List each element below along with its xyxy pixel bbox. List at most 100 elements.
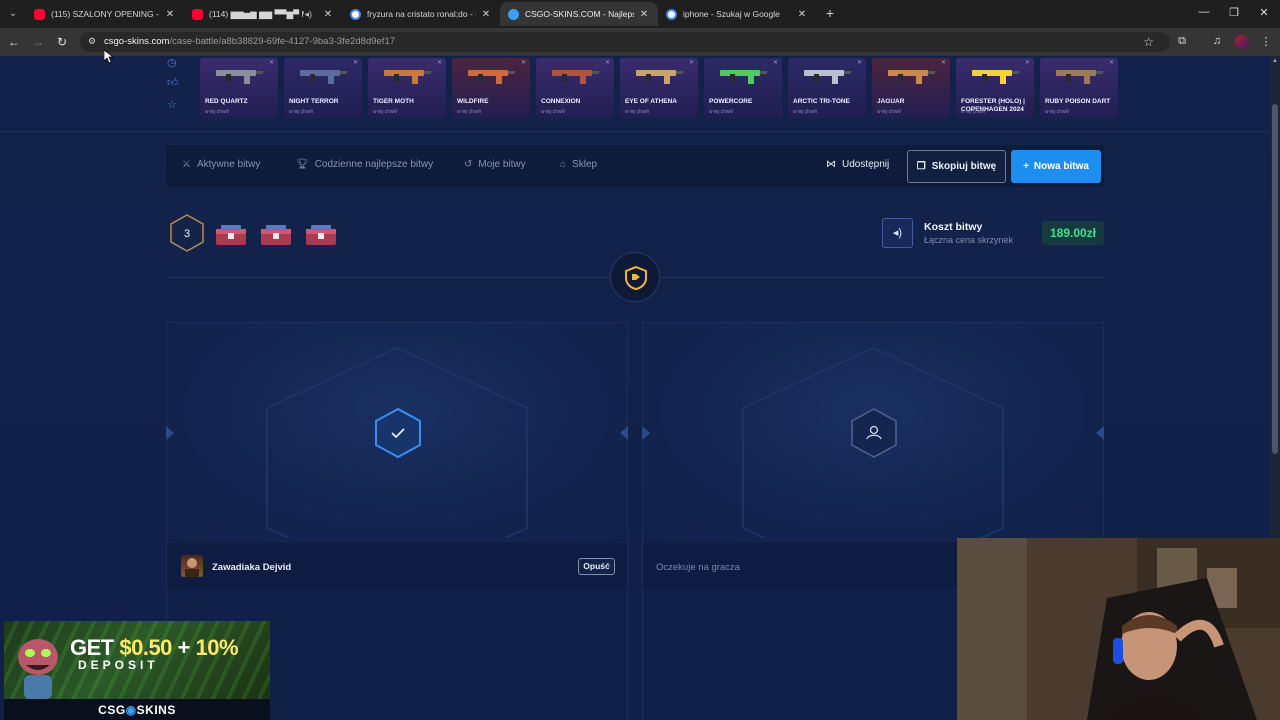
drop-card[interactable]: ✕ ARCTIC TRI-TONE w tej chwili [788, 58, 866, 118]
star-icon[interactable]: ☆ [167, 98, 177, 111]
drop-card[interactable]: ✕ JAGUAR w tej chwili [872, 58, 950, 118]
close-tab-icon[interactable]: ✕ [480, 9, 492, 20]
battle-cost-subtitle: Łączna cena skrzynek [924, 235, 1014, 245]
browser-tab-1[interactable]: (115) SZALONY OPENING - You ✕ [26, 2, 184, 26]
empty-player-badge[interactable] [849, 407, 899, 459]
sound-toggle-button[interactable]: ◂) [882, 218, 913, 248]
browser-tab-4[interactable]: CSGO-SKINS.COM - Najlepsze ✕ [500, 2, 658, 26]
reel-marker-right-icon [620, 426, 628, 440]
sticker-mark-icon: ✕ [1108, 60, 1114, 66]
speaker-icon: ◂) [892, 227, 903, 239]
avatar [181, 555, 203, 577]
drop-card[interactable]: ✕ CONNEXION w tej chwili [536, 58, 614, 118]
copy-battle-button[interactable]: ❐ Skopiuj bitwę [907, 150, 1006, 183]
sticker-mark-icon: ✕ [772, 60, 778, 66]
share-button[interactable]: ⋈ Udostępnij [826, 159, 889, 170]
bookmark-star-icon[interactable]: ☆ [1143, 35, 1154, 49]
new-tab-icon[interactable]: + [822, 5, 838, 21]
close-tab-icon[interactable]: ✕ [322, 9, 334, 20]
browser-tab-3[interactable]: fryzura na cristato ronal;do - Sz ✕ [342, 2, 500, 26]
drop-skin-name: WILDFIRE [457, 98, 489, 105]
drop-filter-column: ◷ 👍︎ ☆ [164, 56, 184, 120]
tab-search-chevron-icon[interactable]: ⌄ [4, 5, 22, 23]
brand-o-icon: ◉ [125, 703, 137, 717]
my-battles-label: Moje bitwy [478, 159, 526, 170]
live-drops-strip: ◷ 👍︎ ☆ ✕ RED QUARTZ w tej chwili ✕ NIGHT TER… [0, 56, 1270, 132]
drop-card[interactable]: ✕ RUBY POISON DART w tej chwili [1040, 58, 1118, 118]
weapon-skin-icon [216, 70, 263, 84]
menu-dots-icon[interactable]: ⋮ [1259, 35, 1273, 49]
case-icon[interactable] [258, 222, 294, 248]
reel-marker-left-icon [166, 426, 174, 440]
profile-avatar[interactable] [1235, 35, 1249, 49]
drop-card[interactable]: ✕ RED QUARTZ w tej chwili [200, 58, 278, 118]
forward-icon[interactable]: → [30, 34, 46, 50]
close-tab-icon[interactable]: ✕ [638, 9, 650, 20]
round-count: 3 [184, 228, 190, 240]
close-window-icon[interactable]: ✕ [1256, 6, 1272, 19]
scroll-up-icon[interactable]: ▲ [1271, 58, 1279, 64]
sticker-mark-icon: ✕ [1024, 60, 1030, 66]
reel-marker-right-icon [1096, 426, 1104, 440]
drop-card[interactable]: ✕ TIGER MOTH w tej chwili [368, 58, 446, 118]
drop-card[interactable]: ✕ FORESTER (HOLO) | COPENHAGEN 2024 w tej … [956, 58, 1034, 118]
sticker-mark-icon: ✕ [604, 60, 610, 66]
battle-toolbar: ⚔ Aktywne bitwy 🏆︎ Codzienne najlepsze b… [166, 145, 1104, 187]
battle-cost-price: 189.00zł [1042, 221, 1104, 245]
weapon-skin-icon [804, 70, 851, 84]
active-battles-link[interactable]: ⚔ Aktywne bitwy [182, 159, 260, 170]
back-icon[interactable]: ← [6, 34, 22, 50]
sticker-mark-icon: ✕ [436, 60, 442, 66]
drop-card[interactable]: ✕ WILDFIRE w tej chwili [452, 58, 530, 118]
restore-icon[interactable]: ❐ [1226, 6, 1242, 19]
close-tab-icon[interactable]: ✕ [164, 9, 176, 20]
drop-skin-name: POWERCORE [709, 98, 753, 105]
youtube-icon [34, 8, 45, 20]
scrollbar-thumb[interactable] [1272, 104, 1278, 454]
address-bar[interactable]: ⚙ csgo-skins.com/case-battle/a8b38829-69… [80, 32, 1170, 52]
weapon-skin-icon [468, 70, 515, 84]
tab-title: (114) ▆▆▅▆ ▆▆ ▀▀▆▀ MIX [209, 8, 304, 19]
reel-area [167, 323, 627, 543]
promo-amount: $0.50 [119, 635, 172, 660]
google-icon [350, 8, 361, 20]
weapon-skin-icon [720, 70, 767, 84]
weapon-skin-icon [1056, 70, 1103, 84]
trophy-icon: 🏆︎ [296, 159, 309, 170]
csgoskins-icon [508, 8, 519, 20]
speaker-icon[interactable]: ◂) [304, 9, 312, 20]
close-tab-icon[interactable]: ✕ [796, 9, 808, 20]
drop-time: w tej chwili [961, 109, 985, 115]
browser-toolbar: ← → ↻ ⚙ csgo-skins.com/case-battle/a8b38… [0, 28, 1280, 56]
google-icon [666, 8, 677, 20]
daily-best-link[interactable]: 🏆︎ Codzienne najlepsze bitwy [296, 159, 433, 170]
webcam-overlay [957, 538, 1280, 720]
drop-skin-name: TIGER MOTH [373, 98, 414, 105]
extensions-icon[interactable]: ⧉ [1175, 35, 1189, 49]
share-label: Udostępnij [842, 159, 890, 170]
promo-brand: CSG◉SKINS [4, 703, 270, 717]
drop-card[interactable]: ✕ NIGHT TERROR w tej chwili [284, 58, 362, 118]
reload-icon[interactable]: ↻ [54, 34, 70, 50]
drop-card[interactable]: ✕ EYE OF ATHENA w tej chwili [620, 58, 698, 118]
new-battle-button[interactable]: + Nowa bitwa [1011, 150, 1101, 183]
clock-icon[interactable]: ◷ [167, 56, 177, 69]
drop-skin-name: RED QUARTZ [205, 98, 248, 105]
promo-deposit: DEPOSIT [78, 658, 159, 672]
thumbs-up-icon[interactable]: 👍︎ [167, 76, 179, 89]
promo-plus: + [177, 635, 191, 660]
share-icon: ⋈ [826, 159, 836, 170]
media-controls-icon[interactable]: ♫ [1210, 35, 1224, 49]
case-icon[interactable] [213, 222, 249, 248]
leave-button[interactable]: Opuść [578, 558, 615, 575]
shop-link[interactable]: ⌂ Sklep [560, 159, 597, 170]
promo-banner: GET $0.50 + 10% DEPOSIT CSG◉SKINS [4, 621, 270, 720]
minimize-icon[interactable]: — [1196, 6, 1212, 18]
drop-card[interactable]: ✕ POWERCORE w tej chwili [704, 58, 782, 118]
my-battles-link[interactable]: ↺ Moje bitwy [464, 159, 526, 170]
browser-tab-2[interactable]: (114) ▆▆▅▆ ▆▆ ▀▀▆▀ MIX ◂) ✕ [184, 2, 342, 26]
browser-tab-5[interactable]: iphone - Szukaj w Google ✕ [658, 2, 816, 26]
site-settings-icon[interactable]: ⚙ [86, 36, 98, 48]
drop-skin-name: JAGUAR [877, 98, 905, 105]
case-icon[interactable] [303, 222, 339, 248]
